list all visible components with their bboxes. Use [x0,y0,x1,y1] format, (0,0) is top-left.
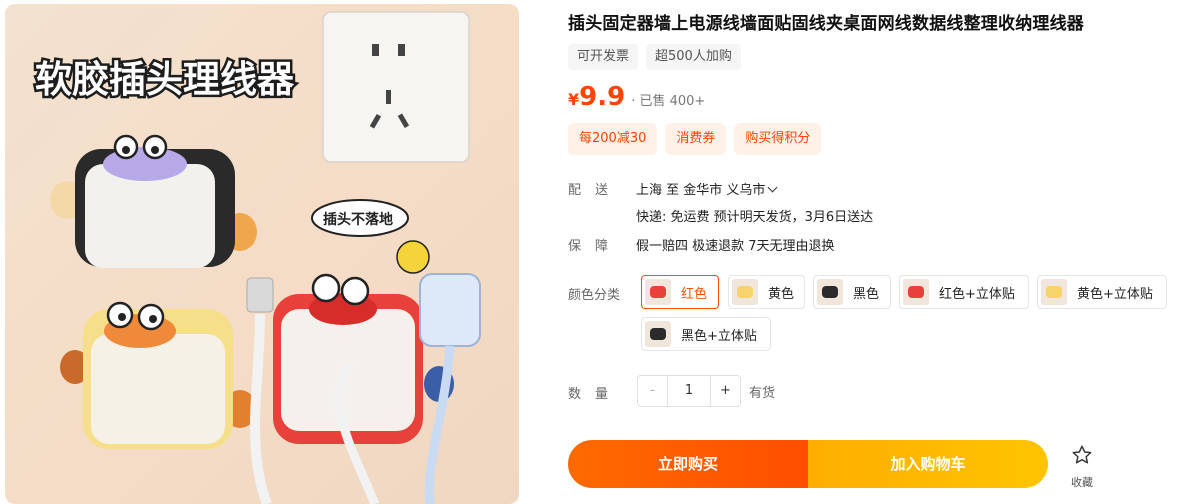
sku-thumb [1041,279,1067,305]
quantity-input[interactable]: 1 [668,376,710,406]
sku-thumb [903,279,929,305]
stock-status: 有货 [749,386,776,401]
guarantee-value: 假一赔四 极速退款 7天无理由退换 [636,239,835,254]
product-image[interactable]: 软胶插头理线器 插头不落地 [5,4,519,504]
hero-bubble-text: 插头不落地 [323,211,393,228]
chevron-down-icon [767,182,778,193]
sku-option-red[interactable]: 红色 [641,275,719,309]
sold-count: · 已售 400+ [631,94,706,109]
product-tags: 可开发票 超500人加购 [568,44,741,70]
price-value: 9.9 [579,82,626,112]
sku-option-black[interactable]: 黑色 [813,275,891,309]
promo-discount[interactable]: 每200减30 [568,123,658,155]
sku-thumb [817,279,843,305]
favorite-label: 收藏 [1071,476,1093,489]
sku-option-yellow[interactable]: 黄色 [728,275,805,309]
quantity-label: 数量 [568,387,623,402]
quantity-decrease-button[interactable]: - [638,376,668,406]
sku-thumb [645,321,671,347]
shipping-route[interactable]: 上海 至 金华市 义乌市 [636,179,778,198]
quantity-stepper: - 1 + [637,375,741,407]
sku-label: 颜色分类 [568,288,621,303]
hero-banner-text: 软胶插头理线器 [35,58,295,101]
product-title: 插头固定器墙上电源线墙面贴固线夹桌面网线数据线整理收纳理线器 [568,14,1084,34]
sku-option-red-sticker[interactable]: 红色+立体贴 [899,275,1029,309]
favorite-button[interactable]: 收藏 [1066,444,1098,490]
promo-points[interactable]: 购买得积分 [734,123,822,155]
sku-thumb [732,279,758,305]
sku-thumb [645,279,671,305]
quantity-increase-button[interactable]: + [710,376,740,406]
guarantee-label: 保障 [568,239,623,254]
promotions: 每200减30 消费券 购买得积分 [568,123,822,155]
sku-option-yellow-sticker[interactable]: 黄色+立体贴 [1037,275,1167,309]
star-icon [1072,445,1092,464]
price-currency: ¥ [568,90,580,109]
buy-now-button[interactable]: 立即购买 [568,440,808,488]
tag-invoice: 可开发票 [568,44,639,70]
tag-popularity: 超500人加购 [646,44,741,70]
add-to-cart-button[interactable]: 加入购物车 [808,440,1048,488]
price-row: ¥ 9.9 · 已售 400+ [568,82,705,112]
shipping-detail: 快递: 免运费 预计明天发货，3月6日送达 [636,210,874,225]
sku-option-black-sticker[interactable]: 黑色+立体贴 [641,317,771,351]
shipping-label: 配送 [568,183,623,198]
promo-coupon[interactable]: 消费券 [665,123,727,155]
